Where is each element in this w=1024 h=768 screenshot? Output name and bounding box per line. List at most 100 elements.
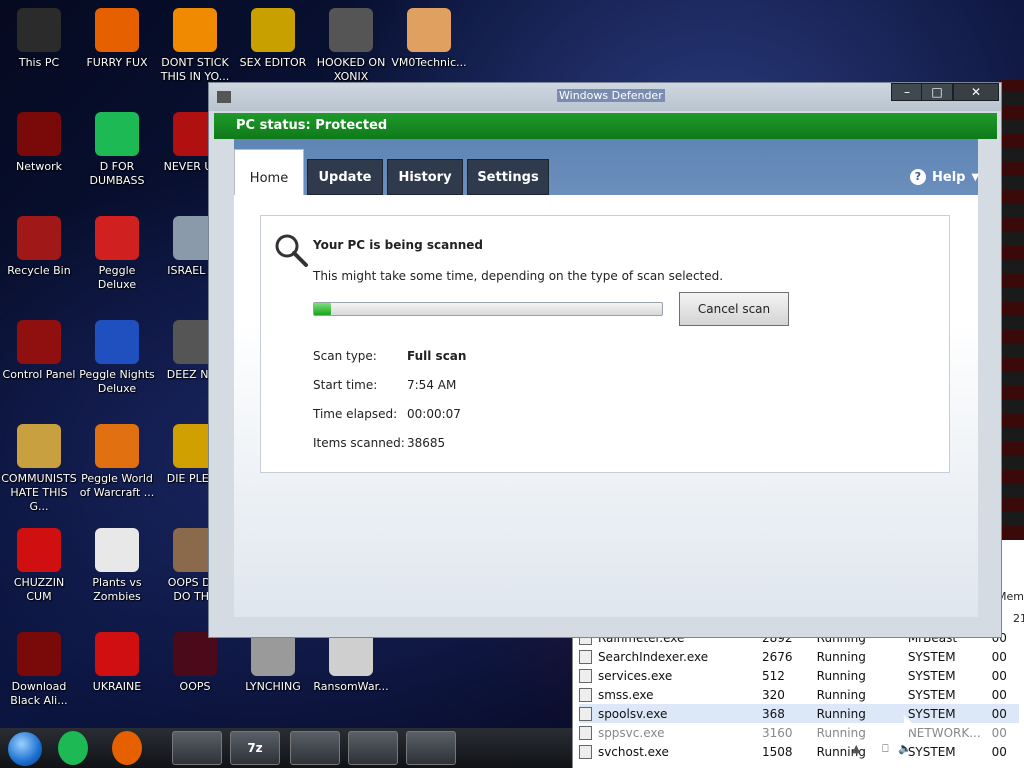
desktop-icon[interactable]: Recycle Bin	[0, 216, 78, 278]
cell-status: Running	[816, 687, 866, 702]
speaker-icon[interactable]: 🔈	[898, 742, 912, 755]
desktop-icon-label: OOPS	[179, 680, 211, 693]
home-content: Your PC is being scanned This might take…	[234, 195, 978, 617]
recycle-bin-icon	[17, 216, 61, 260]
cell-user: SYSTEM	[907, 668, 956, 683]
peggle-icon	[95, 216, 139, 260]
help-menu[interactable]: ? Help ▼	[910, 169, 979, 185]
cell-name: SearchIndexer.exe	[597, 649, 709, 664]
desktop-icon-label: Plants vs Zombies	[92, 576, 142, 603]
desktop-icon[interactable]: FURRY FUX	[78, 8, 156, 70]
desktop-icon[interactable]: This PC	[0, 8, 78, 70]
network-tray-icon[interactable]: ⎕	[882, 742, 889, 755]
scan-progress-bar	[313, 302, 663, 316]
scan-subtitle: This might take some time, depending on …	[313, 269, 724, 283]
cell-name: smss.exe	[597, 687, 654, 702]
cell-user: NETWORK...	[907, 725, 981, 740]
cell-pid: 512	[761, 668, 785, 683]
desktop-icon[interactable]: Network	[0, 112, 78, 174]
info-key: Time elapsed:	[313, 407, 398, 421]
chuzzle-icon	[17, 528, 61, 572]
cell-user: SYSTEM	[907, 744, 956, 759]
desktop-icon-label: This PC	[18, 56, 60, 69]
info-time-elapsed: Time elapsed: 00:00:07	[313, 407, 461, 421]
desktop-icon[interactable]: CHUZZIN CUM	[0, 528, 78, 604]
desktop-icon[interactable]: VM0Technic...	[390, 8, 468, 70]
network-icon	[17, 112, 61, 156]
7zip-icon[interactable]: 7z	[230, 731, 280, 765]
process-icon	[579, 744, 592, 759]
desktop-icon[interactable]: DONT STICK THIS IN YO...	[156, 8, 234, 84]
cell-pid: 320	[761, 687, 785, 702]
desktop-icon[interactable]: HOOKED ON XONIX	[312, 8, 390, 84]
firewall-icon[interactable]	[290, 731, 340, 765]
desktop-icon[interactable]: UKRAINE	[78, 632, 156, 694]
scan-panel: Your PC is being scanned This might take…	[260, 215, 950, 473]
tab-home[interactable]: Home	[234, 149, 304, 195]
desktop-icon[interactable]: Peggle Nights Deluxe	[78, 320, 156, 396]
maximize-button[interactable]: □	[921, 83, 953, 101]
taskbar-item-label: 7z	[247, 741, 263, 755]
minimize-button[interactable]: –	[891, 83, 923, 101]
desktop-icon[interactable]: RansomWar...	[312, 632, 390, 694]
cell-name: services.exe	[597, 668, 673, 683]
desktop-icon[interactable]: LYNCHING	[234, 632, 312, 694]
desktop-icon[interactable]: Download Black Ali...	[0, 632, 78, 708]
doctor-icon	[407, 8, 451, 52]
firefox-icon[interactable]	[112, 731, 142, 765]
tab-settings[interactable]: Settings	[467, 159, 549, 195]
flower-icon	[95, 528, 139, 572]
desktop-icon[interactable]: Control Panel	[0, 320, 78, 382]
close-button[interactable]: ✕	[953, 83, 999, 101]
desktop-icon[interactable]: Plants vs Zombies	[78, 528, 156, 604]
cell-status: Running	[816, 668, 866, 683]
desktop-icon[interactable]: SEX EDITOR	[234, 8, 312, 70]
noose-icon	[251, 632, 295, 676]
cell-name: spoolsv.exe	[597, 706, 668, 721]
cell-cpu: 00	[991, 649, 1007, 664]
desktop-icon-label: Network	[16, 160, 62, 173]
memory-value: 21	[1013, 612, 1024, 625]
tab-update[interactable]: Update	[307, 159, 383, 195]
table-row[interactable]: services.exe 512 Running SYSTEM 00	[579, 666, 1019, 685]
arrow-up-icon[interactable]: ▲	[852, 742, 860, 755]
desktop-icon-label: Peggle Nights Deluxe	[79, 368, 155, 395]
table-row[interactable]: sppsvc.exe 3160 Running NETWORK... 00	[579, 723, 1019, 742]
cancel-scan-button[interactable]: Cancel scan	[679, 292, 789, 326]
desktop-icon[interactable]: Peggle Deluxe	[78, 216, 156, 292]
window-title: Windows Defender	[557, 89, 665, 102]
cell-user: SYSTEM	[907, 687, 956, 702]
cell-pid: 368	[761, 706, 785, 721]
info-key: Start time:	[313, 378, 378, 392]
task-manager-icon[interactable]	[406, 731, 456, 765]
wallpaper-decoration-right	[1000, 80, 1024, 540]
mask-icon[interactable]	[348, 731, 398, 765]
info-value: 7:54 AM	[407, 378, 457, 392]
desktop-icon[interactable]: D FOR DUMBASS	[78, 112, 156, 188]
table-row[interactable]: smss.exe 320 Running SYSTEM 00	[579, 685, 1019, 704]
desktop-icon[interactable]: COMMUNISTS HATE THIS G...	[0, 424, 78, 514]
cell-pid: 2676	[761, 649, 793, 664]
table-row[interactable]: SearchIndexer.exe 2676 Running SYSTEM 00	[579, 647, 1019, 666]
xonix-icon	[329, 8, 373, 52]
table-row[interactable]: svchost.exe 1508 Running SYSTEM 00	[579, 742, 1019, 761]
help-label: Help	[932, 169, 966, 185]
download-icon	[17, 632, 61, 676]
desktop-icon[interactable]: OOPS	[156, 632, 234, 694]
spotify-icon[interactable]	[58, 731, 88, 765]
start-button[interactable]	[8, 732, 42, 766]
file-explorer-icon[interactable]	[172, 731, 222, 765]
tab-history[interactable]: History	[387, 159, 463, 195]
cell-status: Running	[816, 725, 866, 740]
cell-cpu: 00	[991, 725, 1007, 740]
cell-user: SYSTEM	[907, 706, 956, 721]
info-key: Items scanned:	[313, 436, 405, 450]
cell-status: Running	[816, 649, 866, 664]
title-bar[interactable]: Windows Defender	[209, 83, 1001, 111]
desktop-icon[interactable]: Peggle World of Warcraft ...	[78, 424, 156, 500]
desktop-icon-label: D FOR DUMBASS	[89, 160, 145, 187]
money-bag-icon	[17, 424, 61, 468]
table-row[interactable]: spoolsv.exe 368 Running SYSTEM 00	[579, 704, 1019, 723]
desktop-icon-label: Peggle Deluxe	[97, 264, 137, 291]
castle-icon	[217, 91, 231, 103]
